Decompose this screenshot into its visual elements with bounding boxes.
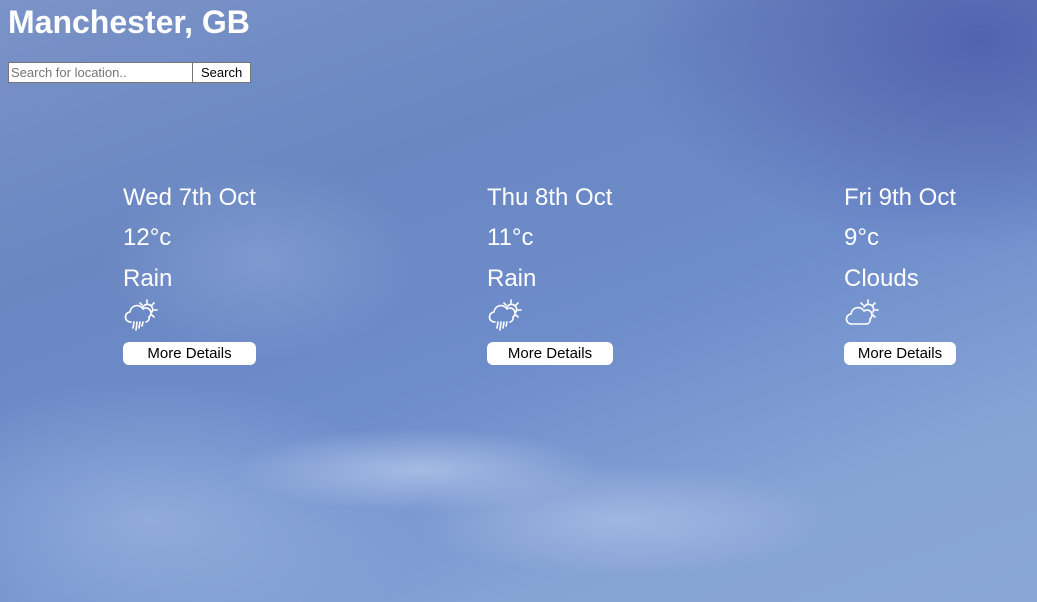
forecast-temperature: 12°c [123, 224, 172, 251]
forecast-temperature: 11°c [487, 224, 534, 251]
search-button[interactable]: Search [193, 62, 252, 83]
search-bar: Search [8, 62, 252, 83]
cloud-sun-icon [845, 299, 879, 325]
rain-sun-icon [488, 299, 522, 331]
forecast-condition: Rain [123, 265, 173, 292]
forecast-day: Thu 8th Oct [487, 184, 613, 211]
forecast-day: Fri 9th Oct [844, 184, 957, 211]
forecast-card-day-1: Wed 7th Oct 12°c Rain More Details [123, 182, 256, 365]
location-title: Manchester, GB [8, 4, 250, 40]
more-details-button[interactable]: More Details [487, 342, 613, 365]
more-details-button[interactable]: More Details [844, 342, 956, 365]
forecast-card-day-3: Fri 9th Oct 9°c Clouds More Details [844, 182, 956, 365]
rain-sun-icon [124, 299, 158, 331]
forecast-condition: Clouds [844, 265, 919, 292]
search-input[interactable] [8, 62, 193, 83]
forecast-day: Wed 7th Oct [123, 184, 256, 211]
more-details-button[interactable]: More Details [123, 342, 256, 365]
forecast-card-day-2: Thu 8th Oct 11°c Rain More Details [487, 182, 613, 365]
forecast-temperature: 9°c [844, 224, 879, 251]
forecast-condition: Rain [487, 265, 537, 292]
